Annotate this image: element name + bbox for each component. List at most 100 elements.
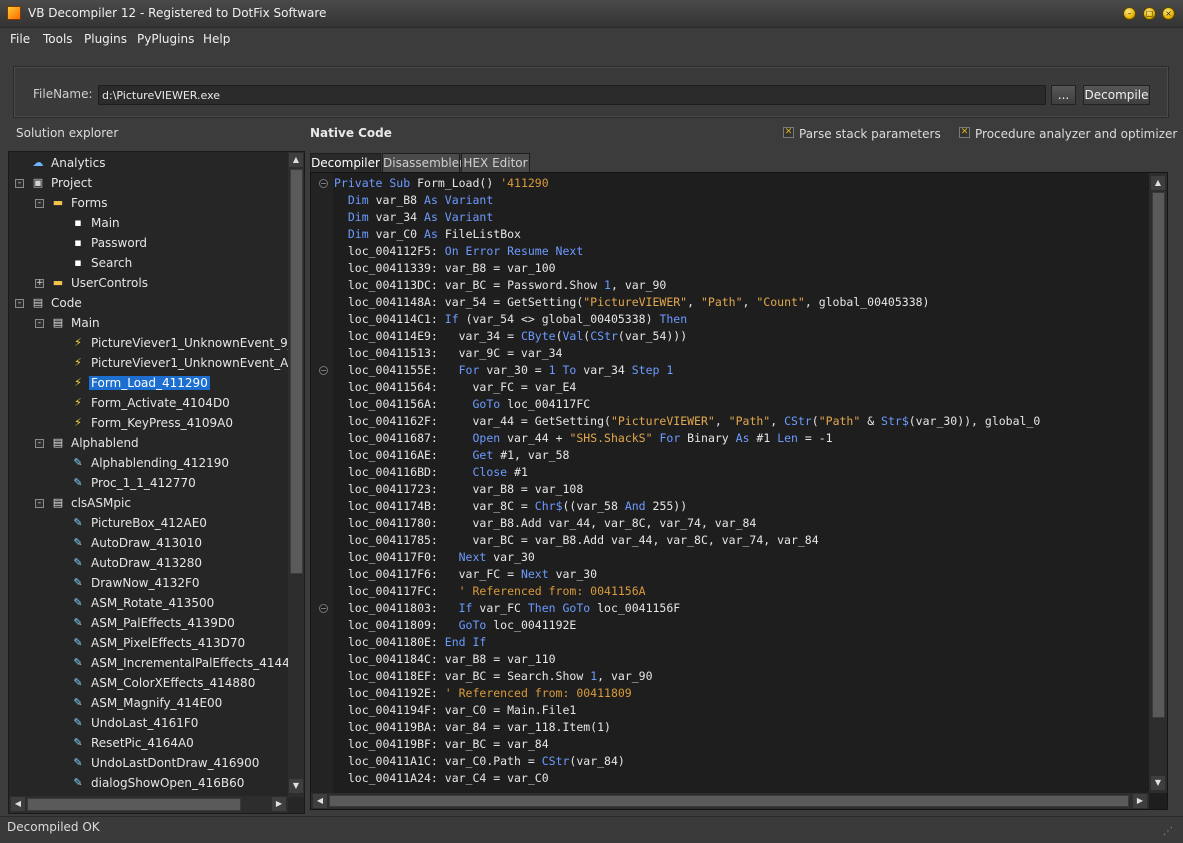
tree-item[interactable]: ⚡ Form_KeyPress_4109A0 xyxy=(9,413,288,433)
module-icon: ▤ xyxy=(52,496,64,509)
tree-item[interactable]: ☁ Analytics xyxy=(9,153,288,173)
code-token: For xyxy=(458,363,480,377)
resize-grip-icon[interactable]: ⋰ xyxy=(1163,826,1173,837)
collapse-icon[interactable]: - xyxy=(35,199,44,208)
code-scroll-down-icon[interactable]: ▼ xyxy=(1151,776,1165,790)
code-token: "Path" xyxy=(700,295,743,309)
browse-button[interactable]: ... xyxy=(1051,85,1076,105)
tree-item[interactable]: ⚡ PictureViever1_UnknownEvent_A_41 xyxy=(9,353,304,373)
tab-disassembler[interactable]: Disassembler xyxy=(382,153,464,172)
tree-item[interactable]: ✎ ASM_Rotate_413500 xyxy=(9,593,288,613)
tree-item[interactable]: ✎ ASM_Magnify_414E00 xyxy=(9,693,288,713)
tab-decompiler[interactable]: Decompiler xyxy=(310,153,381,172)
tree-item[interactable]: ⚡ Form_Activate_4104D0 xyxy=(9,393,288,413)
tree-scroll-down-icon[interactable]: ▼ xyxy=(289,779,303,793)
code-line: loc_00411785: var_BC = var_B8.Add var_44… xyxy=(334,532,819,549)
tree-item[interactable]: ✎ DrawNow_4132F0 xyxy=(9,573,288,593)
code-token: Chr$ xyxy=(534,499,563,513)
menu-help[interactable]: Help xyxy=(203,32,230,46)
code-token: loc_00411564: var_FC = var_E4 xyxy=(334,380,577,394)
tree-item-label: Forms xyxy=(71,196,108,210)
tree-item[interactable]: ✎ ASM_PixelEffects_413D70 xyxy=(9,633,288,653)
tree-item[interactable]: ▪ Main xyxy=(9,213,288,233)
collapse-icon[interactable]: - xyxy=(35,499,44,508)
tree-item[interactable]: ✎ ResetPic_4164A0 xyxy=(9,733,288,753)
collapse-icon[interactable]: - xyxy=(15,299,24,308)
collapse-icon[interactable]: - xyxy=(15,179,24,188)
maximize-icon[interactable]: □ xyxy=(1143,7,1156,20)
tree-item[interactable]: ✎ ASM_PalEffects_4139D0 xyxy=(9,613,288,633)
tree-item[interactable]: ▪ Search xyxy=(9,253,288,273)
decompile-button[interactable]: Decompile xyxy=(1083,85,1150,105)
tree-item[interactable]: ✎ Alphablending_412190 xyxy=(9,453,288,473)
menu-tools[interactable]: Tools xyxy=(43,32,73,46)
tree-item-label: Proc_1_1_412770 xyxy=(91,476,196,490)
tree-item[interactable]: ⚡ PictureViever1_UnknownEvent_9_41 xyxy=(9,333,304,353)
tree-item[interactable]: ✎ dialogShowOpen_416B60 xyxy=(9,773,288,793)
event-icon: ⚡ xyxy=(74,396,82,409)
code-scroll-right-icon[interactable]: ▶ xyxy=(1133,794,1147,808)
code-token: End If xyxy=(444,635,487,649)
code-token: loc_00411780: var_B8.Add var_44, var_8C,… xyxy=(334,516,757,530)
code-token: loc_0041192E: xyxy=(334,686,445,700)
code-token: loc_0041180E: xyxy=(334,635,445,649)
tree-item[interactable]: - ▬ Forms xyxy=(9,193,288,213)
tree-item[interactable]: ✎ UndoLastDontDraw_416900 xyxy=(9,753,288,773)
code-token: For xyxy=(659,431,681,445)
code-line: Dim var_B8 As Variant xyxy=(334,192,493,209)
tree-item[interactable]: ⚡ Form_Load_411290 xyxy=(9,373,288,393)
tree-scroll-left-icon[interactable]: ◀ xyxy=(11,797,25,811)
tree-item[interactable]: ✎ AutoDraw_413010 xyxy=(9,533,288,553)
filename-input[interactable] xyxy=(98,85,1046,105)
event-icon: ⚡ xyxy=(74,356,82,369)
fold-icon[interactable]: − xyxy=(319,604,328,613)
method-icon: ✎ xyxy=(73,616,83,629)
menu-pyplugins[interactable]: PyPlugins xyxy=(137,32,194,46)
collapse-icon[interactable]: - xyxy=(35,439,44,448)
code-token: GoTo xyxy=(458,618,487,632)
parse-stack-checkbox[interactable]: ✕ xyxy=(783,127,794,138)
collapse-icon[interactable]: - xyxy=(35,319,44,328)
code-hscroll-thumb[interactable] xyxy=(329,795,1129,807)
tab-hex-editor[interactable]: HEX Editor xyxy=(461,153,530,172)
tree-item[interactable]: + ▬ UserControls xyxy=(9,273,288,293)
tree-item[interactable]: ▪ Password xyxy=(9,233,288,253)
code-token: loc_004117FC: xyxy=(334,584,459,598)
code-token: On Error Resume Next xyxy=(444,244,584,258)
tree-scroll-thumb[interactable] xyxy=(290,169,303,574)
tree-item[interactable]: ✎ Proc_1_1_412770 xyxy=(9,473,288,493)
code-token: loc_0041156F xyxy=(590,601,681,615)
tree-item[interactable]: - ▤ Alphablend xyxy=(9,433,288,453)
code-scroll-up-icon[interactable]: ▲ xyxy=(1151,176,1165,190)
close-icon[interactable]: × xyxy=(1162,7,1175,20)
code-editor[interactable]: Private Sub Form_Load() '411290 Dim var_… xyxy=(310,172,1168,810)
tree-item[interactable]: ✎ UndoLast_4161F0 xyxy=(9,713,288,733)
tree-item-label: AutoDraw_413280 xyxy=(91,556,203,570)
tree-item[interactable]: - ▤ clsASMpic xyxy=(9,493,288,513)
tree-item[interactable]: ✎ PictureBox_412AE0 xyxy=(9,513,288,533)
tree-item[interactable]: ✎ ASM_IncrementalPalEffects_414430 xyxy=(9,653,304,673)
tree-scroll-up-icon[interactable]: ▲ xyxy=(289,153,303,167)
expand-icon[interactable]: + xyxy=(35,279,44,288)
code-scroll-thumb[interactable] xyxy=(1152,192,1165,718)
tree-item[interactable]: ✎ ASM_ColorXEffects_414880 xyxy=(9,673,288,693)
tree-item[interactable]: - ▤ Code xyxy=(9,293,288,313)
code-line: loc_0041148A: var_54 = GetSetting("Pictu… xyxy=(334,294,930,311)
code-line: loc_004118EF: var_BC = Search.Show 1, va… xyxy=(334,668,653,685)
code-token: 255)) xyxy=(645,499,688,513)
tree-scroll-right-icon[interactable]: ▶ xyxy=(272,797,286,811)
menu-file[interactable]: File xyxy=(10,32,30,46)
project-icon: ▣ xyxy=(32,176,44,189)
tree-item[interactable]: - ▣ Project xyxy=(9,173,288,193)
tree-item[interactable]: ✎ AutoDraw_413280 xyxy=(9,553,288,573)
code-scroll-left-icon[interactable]: ◀ xyxy=(313,794,327,808)
minimize-icon[interactable]: – xyxy=(1123,7,1136,20)
menu-plugins[interactable]: Plugins xyxy=(84,32,127,46)
fold-icon[interactable]: − xyxy=(319,366,328,375)
tree-hscroll-thumb[interactable] xyxy=(27,798,241,811)
fold-icon[interactable]: − xyxy=(319,179,328,188)
code-token: As xyxy=(424,227,438,241)
procedure-analyzer-checkbox[interactable]: ✕ xyxy=(959,127,970,138)
code-token: var_34 xyxy=(576,363,632,377)
tree-item[interactable]: - ▤ Main xyxy=(9,313,288,333)
